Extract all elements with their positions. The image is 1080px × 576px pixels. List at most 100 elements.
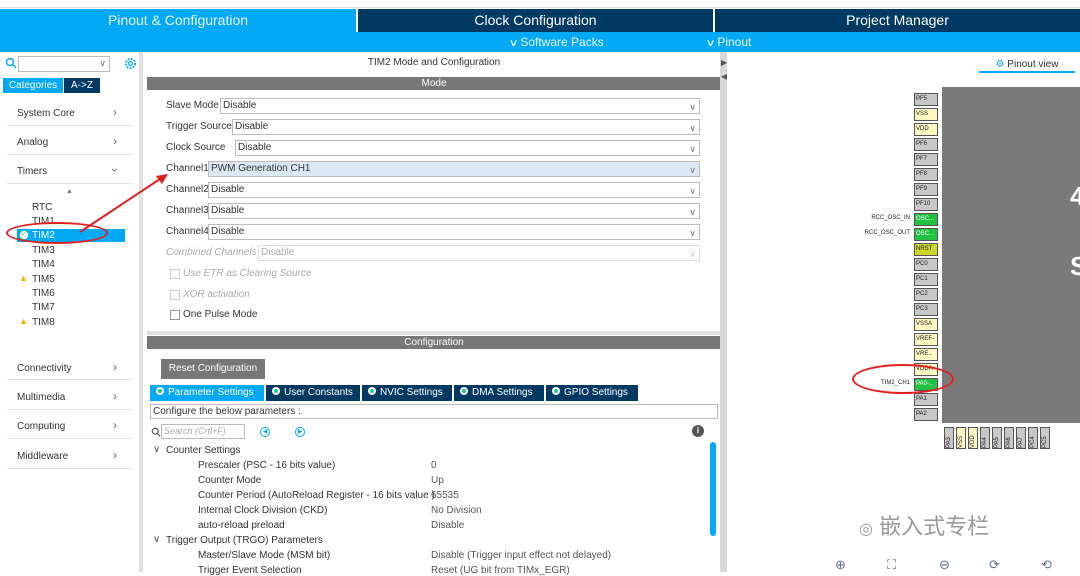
channel2-select[interactable]: Disable ∨ xyxy=(208,182,700,198)
timer-item-tim3[interactable]: TIM3 xyxy=(32,245,55,256)
tab-parameter-settings[interactable]: Parameter Settings xyxy=(150,385,264,401)
zoom-in-icon[interactable]: ⊕ xyxy=(835,557,846,573)
clock-source-select[interactable]: Disable ∨ xyxy=(235,140,700,156)
timer-item-tim5[interactable]: TIM5 xyxy=(32,274,55,285)
tab-pinout-configuration[interactable]: Pinout & Configuration xyxy=(0,9,356,32)
tab-dma-settings[interactable]: DMA Settings xyxy=(454,385,544,401)
pin-8[interactable]: OSC... xyxy=(914,213,938,226)
bottom-pin-2[interactable]: VDD xyxy=(968,427,978,449)
category-search-input[interactable]: ∨ xyxy=(18,56,110,72)
reset-configuration-button[interactable]: Reset Configuration xyxy=(161,359,265,379)
counter-settings-group[interactable]: Counter Settings xyxy=(166,445,241,456)
tab-nvic-settings[interactable]: NVIC Settings xyxy=(362,385,452,401)
param-value[interactable]: 0 xyxy=(431,460,437,471)
channel3-select[interactable]: Disable ∨ xyxy=(208,203,700,219)
chevron-right-icon[interactable]: › xyxy=(113,418,117,432)
bottom-pin-7[interactable]: PC4 xyxy=(1028,427,1038,449)
trgo-parameters-group[interactable]: Trigger Output (TRGO) Parameters xyxy=(166,535,323,546)
channel4-select[interactable]: Disable ∨ xyxy=(208,224,700,240)
category-system-core[interactable]: System Core xyxy=(17,108,75,119)
chevron-down-icon[interactable]: ∨ xyxy=(153,534,160,545)
pin-7[interactable]: PF10 xyxy=(914,198,938,211)
rotate-icon[interactable]: ⟳ xyxy=(989,557,1000,573)
info-icon[interactable]: i xyxy=(692,425,704,437)
timer-item-rtc[interactable]: RTC xyxy=(32,202,52,213)
param-value[interactable]: Up xyxy=(431,475,444,486)
pin-16[interactable]: VREF- xyxy=(914,333,938,346)
chevron-right-icon[interactable]: › xyxy=(113,360,117,374)
pin-11[interactable]: PC0 xyxy=(914,258,938,271)
xor-activation-checkbox[interactable] xyxy=(170,290,180,300)
timer-item-tim7[interactable]: TIM7 xyxy=(32,302,55,313)
chevron-right-icon[interactable]: › xyxy=(113,448,117,462)
sort-icon[interactable]: ▲ xyxy=(66,188,73,195)
channel1-select[interactable]: PWM Generation CH1 ∨ xyxy=(208,161,700,177)
a-z-button[interactable]: A->Z xyxy=(64,78,100,93)
tab-gpio-settings[interactable]: GPIO Settings xyxy=(546,385,638,401)
categories-button[interactable]: Categories xyxy=(3,78,63,93)
category-connectivity[interactable]: Connectivity xyxy=(17,363,71,374)
pin-4[interactable]: PF7 xyxy=(914,153,938,166)
pin-10[interactable]: NRST xyxy=(914,243,938,256)
pin-13[interactable]: PC2 xyxy=(914,288,938,301)
category-multimedia[interactable]: Multimedia xyxy=(17,392,65,403)
pin-1[interactable]: VSS xyxy=(914,108,938,121)
chevron-down-icon[interactable]: ∨ xyxy=(99,58,106,69)
bottom-pin-3[interactable]: PA4 xyxy=(980,427,990,449)
timer-item-tim6[interactable]: TIM6 xyxy=(32,288,55,299)
tab-project-manager[interactable]: Project Manager xyxy=(715,9,1080,32)
combined-channels-select[interactable]: Disable ∨ xyxy=(258,245,700,261)
timer-item-tim8[interactable]: TIM8 xyxy=(32,317,55,328)
pin-2[interactable]: VDD xyxy=(914,123,938,136)
pin-21[interactable]: PA2 xyxy=(914,408,938,421)
tab-user-constants[interactable]: User Constants xyxy=(266,385,360,401)
gear-icon[interactable] xyxy=(124,57,137,70)
pin-3[interactable]: PF6 xyxy=(914,138,938,151)
tab-clock-configuration[interactable]: Clock Configuration xyxy=(358,9,713,32)
search-icon[interactable] xyxy=(5,57,17,69)
pinout-menu[interactable]: ∨ Pinout xyxy=(706,35,752,49)
search-previous-button[interactable]: ◀ xyxy=(260,427,270,437)
bottom-pin-0[interactable]: PA3 xyxy=(944,427,954,449)
param-value[interactable]: Disable xyxy=(431,520,464,531)
trigger-source-select[interactable]: Disable ∨ xyxy=(232,119,700,135)
bottom-pin-4[interactable]: PA5 xyxy=(992,427,1002,449)
slave-mode-select[interactable]: Disable ∨ xyxy=(220,98,700,114)
chevron-down-icon[interactable]: ∨ xyxy=(153,444,160,455)
pin-0[interactable]: PF5 xyxy=(914,93,938,106)
pin-14[interactable]: PC3 xyxy=(914,303,938,316)
parameter-scrollbar[interactable] xyxy=(710,442,716,536)
bottom-pin-1[interactable]: VSS xyxy=(956,427,966,449)
pin-17[interactable]: VRE.. xyxy=(914,348,938,361)
param-value[interactable]: 65535 xyxy=(431,490,459,501)
pin-6[interactable]: PF9 xyxy=(914,183,938,196)
param-value[interactable]: No Division xyxy=(431,505,482,516)
bottom-pin-6[interactable]: PA7 xyxy=(1016,427,1026,449)
flip-icon[interactable]: ⟲ xyxy=(1041,557,1052,573)
one-pulse-mode-checkbox[interactable] xyxy=(170,310,180,320)
chevron-right-icon[interactable]: › xyxy=(113,105,117,119)
pinout-view-button[interactable]: ⚙ Pinout view xyxy=(979,57,1075,73)
bottom-pin-5[interactable]: PA6 xyxy=(1004,427,1014,449)
pin-5[interactable]: PF8 xyxy=(914,168,938,181)
category-analog[interactable]: Analog xyxy=(17,137,48,148)
use-etr-checkbox[interactable] xyxy=(170,269,180,279)
category-middleware[interactable]: Middleware xyxy=(17,451,68,462)
pin-20[interactable]: PA1 xyxy=(914,393,938,406)
category-timers[interactable]: Timers xyxy=(17,166,47,177)
chevron-right-icon[interactable]: › xyxy=(113,389,117,403)
pin-15[interactable]: VSSA xyxy=(914,318,938,331)
category-computing[interactable]: Computing xyxy=(17,421,65,432)
software-packs-menu[interactable]: ∨ Software Packs xyxy=(509,35,604,49)
bottom-pin-8[interactable]: PC5 xyxy=(1040,427,1050,449)
pin-12[interactable]: PC1 xyxy=(914,273,938,286)
param-value[interactable]: Reset (UG bit from TIMx_EGR) xyxy=(431,565,570,576)
param-value[interactable]: Disable (Trigger input effect not delaye… xyxy=(431,550,611,561)
chevron-right-icon[interactable]: › xyxy=(113,134,117,148)
search-next-button[interactable]: ▶ xyxy=(295,427,305,437)
timer-item-tim4[interactable]: TIM4 xyxy=(32,259,55,270)
pin-9[interactable]: OSC... xyxy=(914,228,938,241)
parameter-search-input[interactable]: Search (Crtl+F) xyxy=(161,424,245,439)
panel-splitter[interactable]: ▶ ◀ xyxy=(720,52,727,572)
fit-view-icon[interactable]: ⛶ xyxy=(887,557,896,573)
